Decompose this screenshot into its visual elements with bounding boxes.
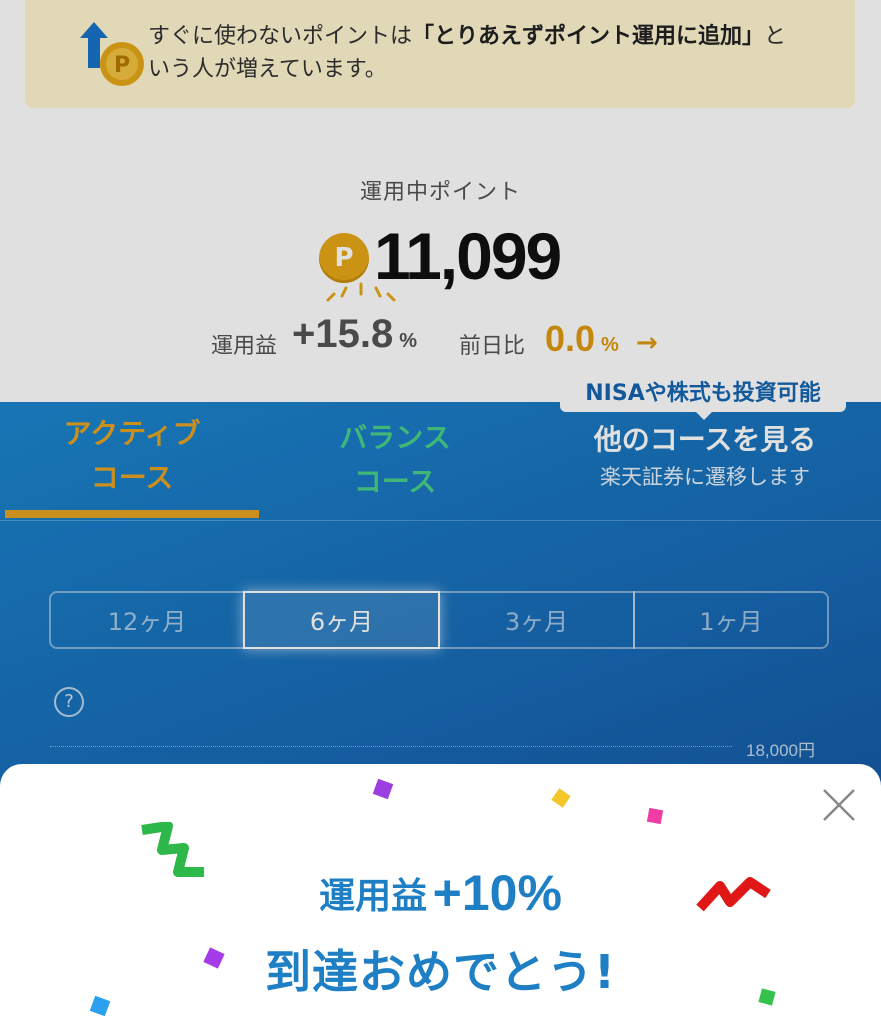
period-3-months[interactable]: 3ヶ月 (438, 591, 635, 649)
period-6-months[interactable]: 6ヶ月 (243, 591, 440, 649)
close-icon[interactable] (820, 786, 858, 824)
performance-row: 運用益 +15.8% 前日比 0.0% → (0, 308, 881, 360)
tab-active-line1: アクティブ (63, 417, 201, 450)
other-courses-subtitle: 楽天証券に遷移します (600, 465, 810, 489)
day-change-label: 前日比 (459, 334, 526, 359)
chart-y-label: 18,000円 (746, 741, 815, 760)
congrats-prefix: 運用益 (319, 876, 428, 917)
arrow-right-icon[interactable]: → (636, 328, 658, 358)
banner-text: すぐに使わないポイントは「とりあえずポイント運用に追加」という人が増えています。 (148, 20, 798, 86)
points-label: 運用中ポイント (359, 180, 521, 205)
nisa-tooltip: NISAや株式も投資可能 (560, 376, 846, 420)
day-change-number: 0.0 (545, 318, 596, 359)
gain-unit: % (399, 330, 418, 352)
confetti-pink-icon (646, 807, 664, 825)
congrats-modal: 運用益 +10% 到達おめでとう! (0, 764, 881, 1024)
tip-banner[interactable]: P すぐに使わないポイントは「とりあえずポイント運用に追加」という人が増えていま… (25, 0, 855, 108)
summary-area: P すぐに使わないポイントは「とりあえずポイント運用に追加」という人が増えていま… (0, 0, 881, 402)
congrats-value: +10% (432, 865, 562, 921)
tab-other-courses[interactable]: 他のコースを見る 楽天証券に遷移します (560, 418, 850, 492)
tab-active-course[interactable]: アクティブ コース (5, 412, 259, 500)
period-1-month[interactable]: 1ヶ月 (633, 591, 829, 649)
banner-text-part1: すぐに使わないポイントは (148, 24, 413, 49)
period-12-months[interactable]: 12ヶ月 (49, 591, 245, 649)
course-tabs: アクティブ コース バランス コース 他のコースを見る 楽天証券に遷移します N… (0, 376, 881, 521)
gain-label: 運用益 (211, 334, 278, 359)
tab-balance-line2: コース (353, 465, 437, 498)
point-coin-icon: P (319, 233, 369, 283)
help-icon[interactable]: ? (54, 687, 84, 717)
day-change-unit: % (601, 334, 619, 356)
congrats-message: 到達おめでとう! (265, 945, 616, 999)
tab-active-line2: コース (90, 461, 174, 494)
period-selector: 12ヶ月 6ヶ月 3ヶ月 1ヶ月 (49, 591, 829, 651)
other-courses-title: 他のコースを見る (593, 423, 817, 456)
gain-value: +15.8% (292, 312, 417, 357)
points-up-icon: P (80, 22, 144, 86)
svg-text:P: P (114, 53, 130, 78)
points-value: 11,099 (374, 219, 562, 293)
chart-gridline (50, 746, 732, 747)
tab-balance-course[interactable]: バランス コース (270, 416, 520, 504)
confetti-purple-icon (372, 778, 394, 800)
banner-text-bold: 「とりあえずポイント運用に追加」 (412, 24, 765, 49)
active-tab-indicator (5, 510, 259, 518)
tab-balance-line1: バランス (339, 421, 451, 454)
confetti-yellow-icon (551, 788, 571, 808)
day-change-value[interactable]: 0.0% (545, 318, 619, 360)
congrats-headline: 運用益 +10% (0, 864, 881, 922)
gain-number: +15.8 (292, 312, 394, 356)
